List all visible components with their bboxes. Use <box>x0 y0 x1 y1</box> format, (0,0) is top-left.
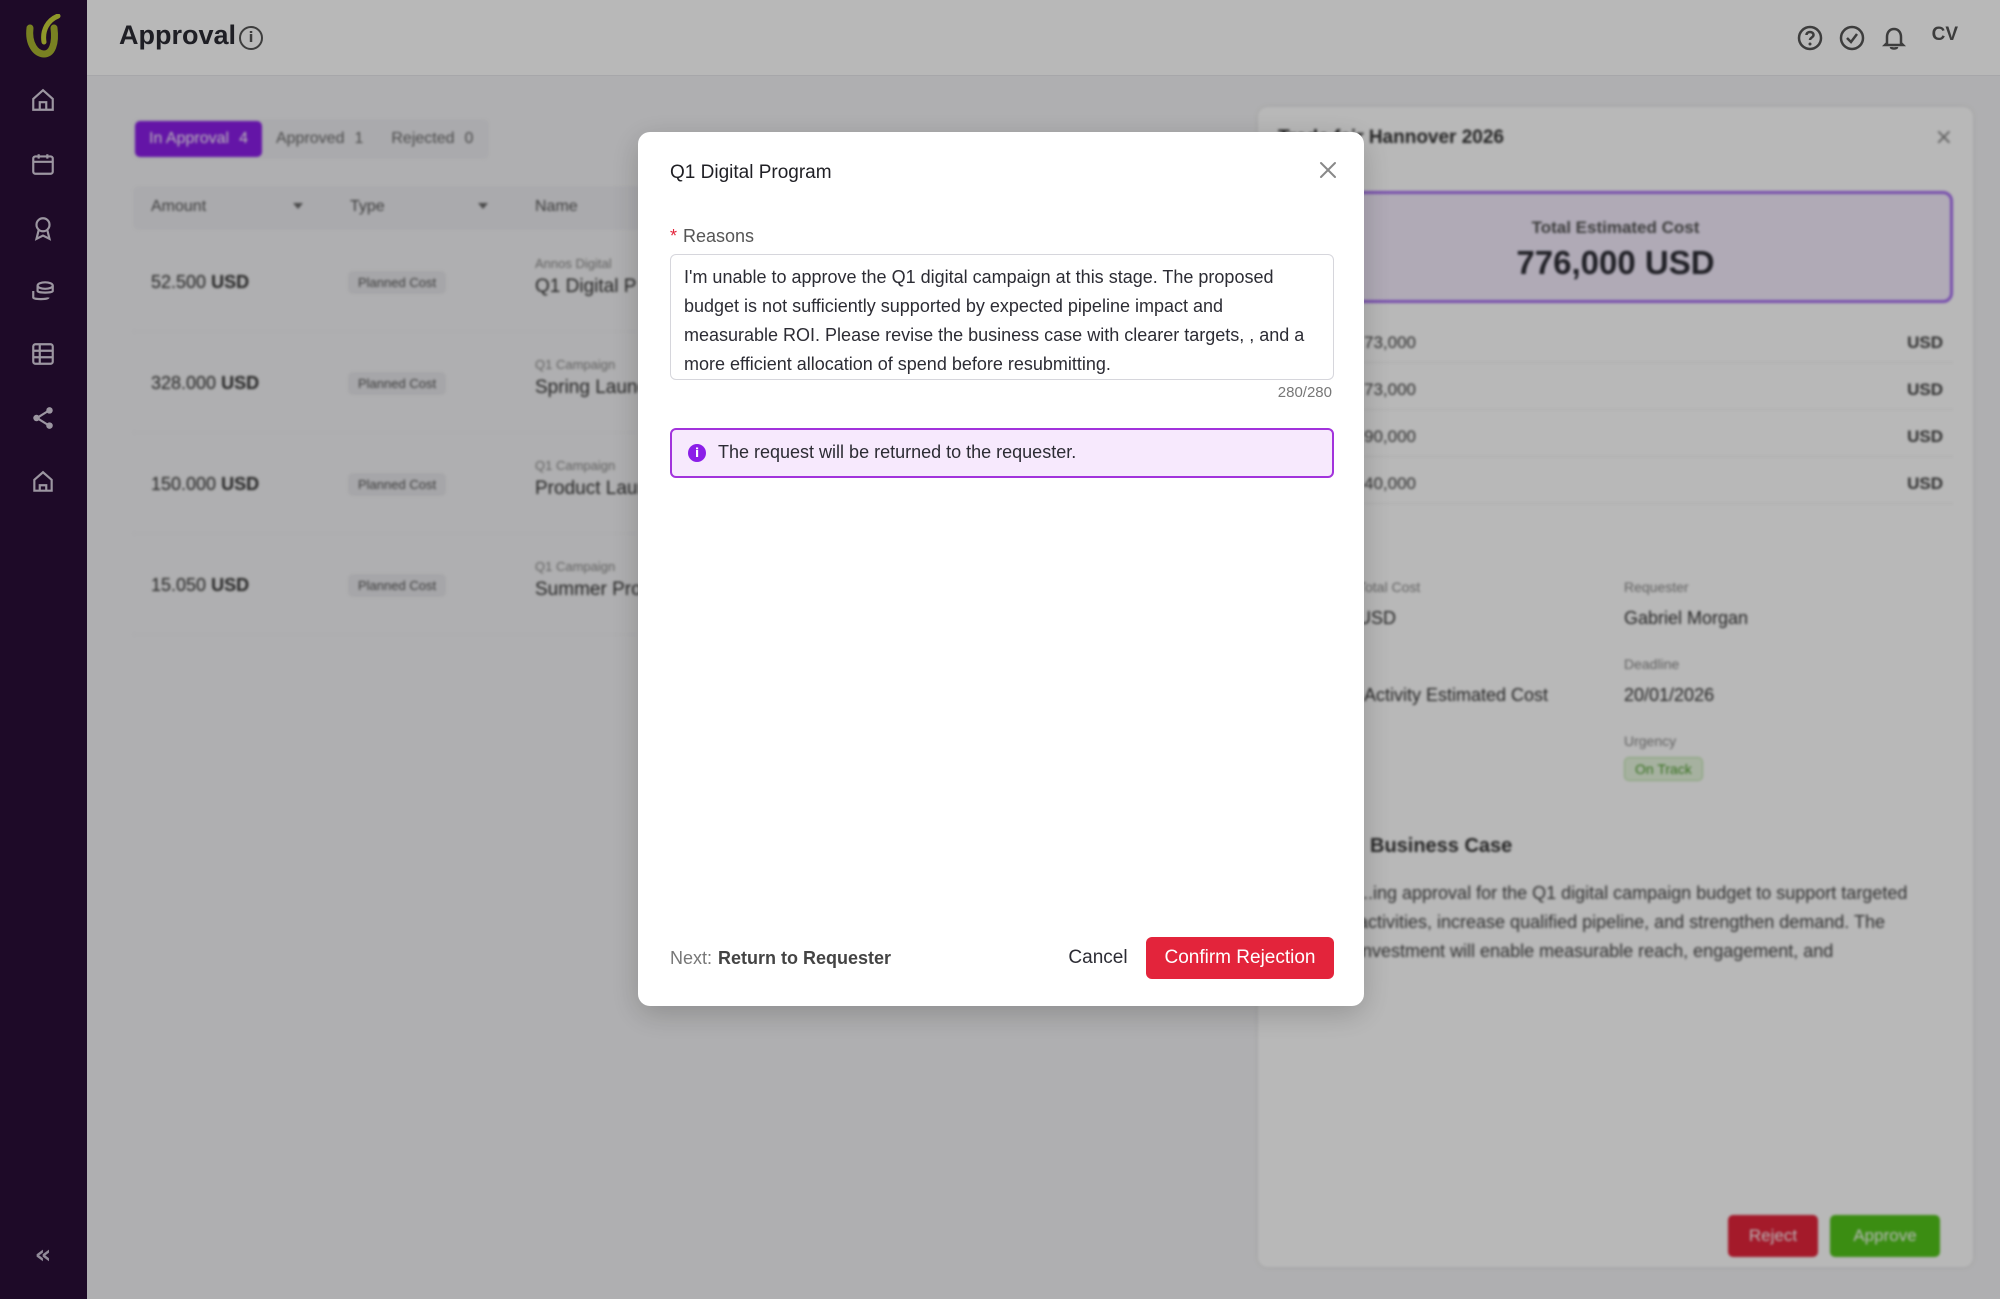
notice-text: The request will be returned to the requ… <box>718 442 1077 462</box>
required-asterisk: * <box>670 226 678 246</box>
reasons-label: * Reasons <box>670 226 755 246</box>
reasons-textarea[interactable]: I'm unable to approve the Q1 digital cam… <box>670 254 1334 380</box>
char-counter: 280/280 <box>1277 384 1332 401</box>
rejection-modal: Q1 Digital Program * Reasons I'm unable t… <box>638 132 1364 1006</box>
modal-title: Q1 Digital Program <box>670 162 832 183</box>
close-icon[interactable] <box>1314 156 1342 184</box>
next-step: Next: Return to Requester <box>670 948 892 968</box>
info-icon: i <box>688 444 706 462</box>
cancel-button[interactable]: Cancel <box>1050 937 1146 979</box>
confirm-rejection-button[interactable]: Confirm Rejection <box>1146 937 1334 979</box>
info-notice: i The request will be returned to the re… <box>670 428 1334 478</box>
next-step-value: Return to Requester <box>718 948 892 968</box>
